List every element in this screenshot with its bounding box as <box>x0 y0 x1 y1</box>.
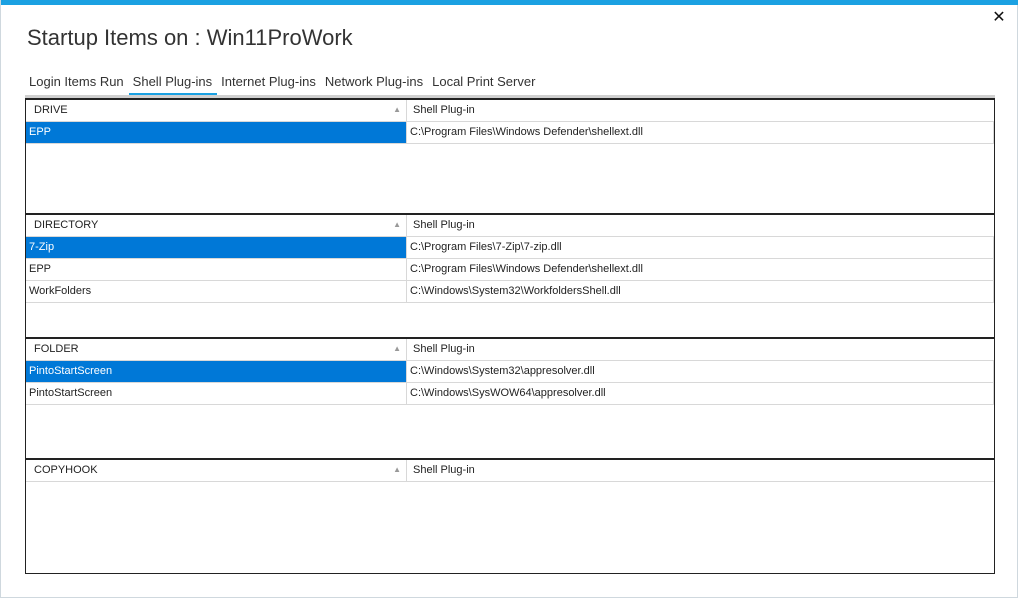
row-path: C:\Windows\System32\appresolver.dll <box>407 361 994 382</box>
row-name: WorkFolders <box>26 281 407 302</box>
group-name: DIRECTORY <box>34 219 99 231</box>
sort-ascending-icon: ▲ <box>393 105 401 114</box>
page-title: Startup Items on : Win11ProWork <box>27 25 353 50</box>
group-drive: DRIVE ▲ Shell Plug-in EPP C:\Program Fil… <box>26 98 994 214</box>
group-header: FOLDER ▲ Shell Plug-in <box>26 339 994 361</box>
table-row[interactable]: PintoStartScreen C:\Windows\System32\app… <box>26 361 994 383</box>
row-name: EPP <box>26 122 407 143</box>
table-row[interactable]: EPP C:\Program Files\Windows Defender\sh… <box>26 259 994 281</box>
tab-internet-plug-ins[interactable]: Internet Plug-ins <box>217 70 321 96</box>
group-name: DRIVE <box>34 104 68 116</box>
column-header-shell-plug-in[interactable]: Shell Plug-in <box>407 100 994 121</box>
tab-network-plug-ins[interactable]: Network Plug-ins <box>321 70 428 96</box>
group-copyhook: COPYHOOK ▲ Shell Plug-in <box>26 458 994 573</box>
table-row[interactable]: WorkFolders C:\Windows\System32\Workfold… <box>26 281 994 303</box>
group-header: DIRECTORY ▲ Shell Plug-in <box>26 215 994 237</box>
row-name: PintoStartScreen <box>26 361 407 382</box>
tab-login-items-run[interactable]: Login Items Run <box>25 70 129 96</box>
tab-local-print-server[interactable]: Local Print Server <box>428 70 540 96</box>
row-name: 7-Zip <box>26 237 407 258</box>
table-row[interactable]: 7-Zip C:\Program Files\7-Zip\7-zip.dll <box>26 237 994 259</box>
group-folder: FOLDER ▲ Shell Plug-in PintoStartScreen … <box>26 337 994 459</box>
sort-ascending-icon: ▲ <box>393 220 401 229</box>
close-icon[interactable]: ✕ <box>991 9 1007 25</box>
column-header-name[interactable]: COPYHOOK ▲ <box>26 460 407 481</box>
column-header-shell-plug-in[interactable]: Shell Plug-in <box>407 460 994 481</box>
sort-ascending-icon: ▲ <box>393 465 401 474</box>
column-header-name[interactable]: DIRECTORY ▲ <box>26 215 407 236</box>
plugin-groups-panel: DRIVE ▲ Shell Plug-in EPP C:\Program Fil… <box>25 98 995 574</box>
column-header-shell-plug-in[interactable]: Shell Plug-in <box>407 215 994 236</box>
tab-bar: Login Items Run Shell Plug-ins Internet … <box>25 70 540 96</box>
row-path: C:\Program Files\7-Zip\7-zip.dll <box>407 237 994 258</box>
table-row[interactable]: EPP C:\Program Files\Windows Defender\sh… <box>26 122 994 144</box>
column-header-name[interactable]: DRIVE ▲ <box>26 100 407 121</box>
group-name: FOLDER <box>34 343 79 355</box>
row-path: C:\Windows\SysWOW64\appresolver.dll <box>407 383 994 404</box>
row-path: C:\Program Files\Windows Defender\shelle… <box>407 122 994 143</box>
row-name: PintoStartScreen <box>26 383 407 404</box>
column-header-name[interactable]: FOLDER ▲ <box>26 339 407 360</box>
row-path: C:\Windows\System32\WorkfoldersShell.dll <box>407 281 994 302</box>
group-header: DRIVE ▲ Shell Plug-in <box>26 100 994 122</box>
group-name: COPYHOOK <box>34 464 98 476</box>
table-row[interactable]: PintoStartScreen C:\Windows\SysWOW64\app… <box>26 383 994 405</box>
row-path: C:\Program Files\Windows Defender\shelle… <box>407 259 994 280</box>
row-name: EPP <box>26 259 407 280</box>
accent-bar <box>1 0 1018 5</box>
group-directory: DIRECTORY ▲ Shell Plug-in 7-Zip C:\Progr… <box>26 213 994 338</box>
sort-ascending-icon: ▲ <box>393 344 401 353</box>
column-header-shell-plug-in[interactable]: Shell Plug-in <box>407 339 994 360</box>
startup-items-window: ✕ Startup Items on : Win11ProWork Login … <box>0 0 1018 598</box>
tab-shell-plug-ins[interactable]: Shell Plug-ins <box>128 70 218 96</box>
group-header: COPYHOOK ▲ Shell Plug-in <box>26 460 994 482</box>
